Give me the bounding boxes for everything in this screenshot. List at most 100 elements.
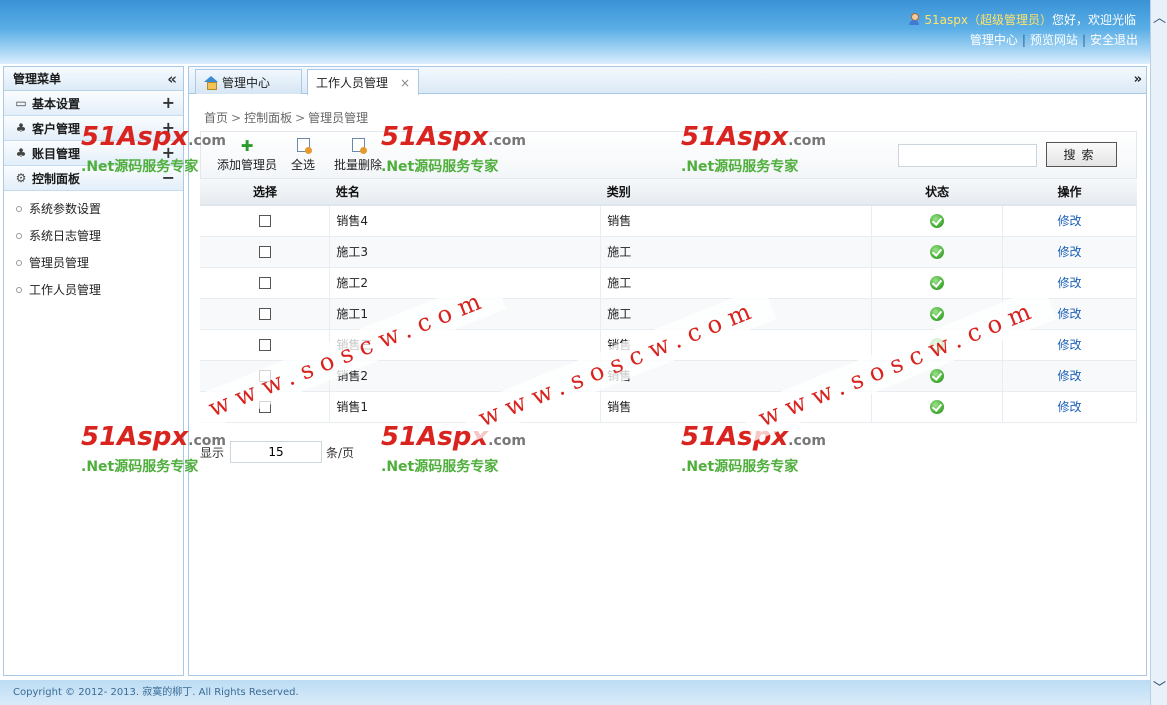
vertical-scrollbar[interactable]: ︿ ﹀	[1150, 0, 1167, 705]
select-all-button[interactable]: 全选	[291, 138, 315, 173]
bullet-icon	[16, 232, 22, 239]
menu-group-accounts[interactable]: ♣ 账目管理 +	[4, 141, 183, 166]
edit-link[interactable]: 修改	[1058, 307, 1082, 321]
expand-icon[interactable]: +	[162, 93, 175, 112]
cell-type: 施工	[600, 236, 873, 268]
table-row: 施工1 施工 修改	[200, 298, 1137, 330]
close-tab-icon[interactable]: ×	[400, 76, 410, 90]
toolbar: ✚ 添加管理员 全选 批量删除 搜索	[200, 131, 1137, 179]
cell-type: 施工	[600, 298, 873, 330]
table-row: 销售4 销售 修改	[200, 205, 1137, 237]
add-admin-button[interactable]: ✚ 添加管理员	[217, 138, 277, 173]
home-icon	[204, 76, 218, 90]
cell-name: 施工1	[329, 298, 602, 330]
row-checkbox[interactable]	[258, 215, 271, 228]
top-header: 51aspx（超级管理员）您好，欢迎光临 管理中心 | 预览网站 | 安全退出	[0, 0, 1150, 64]
sidebar-item-system-logs[interactable]: 系统日志管理	[4, 222, 183, 249]
sidebar-item-staff-management[interactable]: 工作人员管理	[4, 276, 183, 303]
welcome-line: 51aspx（超级管理员）您好，欢迎光临	[908, 11, 1136, 28]
menu-group-label: 控制面板	[32, 171, 81, 186]
row-checkbox[interactable]	[258, 308, 271, 320]
row-checkbox[interactable]	[258, 401, 271, 413]
tab-list-chevron-icon[interactable]: »	[1134, 72, 1142, 87]
col-select: 选择	[200, 179, 330, 206]
search-button[interactable]: 搜索	[1046, 142, 1117, 167]
leaf-icon: ♣	[15, 121, 27, 135]
staff-table: 选择 姓名 类别 状态 操作 销售4 销售 修改 施工3 施工 修改 施工2 施…	[200, 179, 1137, 423]
bullet-icon	[16, 205, 22, 212]
cell-type: 施工	[600, 267, 873, 299]
select-all-icon	[296, 138, 312, 154]
monitor-icon: ▭	[15, 96, 27, 110]
status-ok-icon	[930, 399, 945, 414]
cell-name: 销售2	[329, 360, 602, 392]
edit-link[interactable]: 修改	[1058, 245, 1082, 259]
row-checkbox[interactable]	[258, 246, 271, 258]
delete-icon	[351, 138, 367, 154]
tab-admin-center[interactable]: 管理中心	[195, 69, 302, 94]
breadcrumb-control-panel[interactable]: 控制面板	[244, 111, 292, 125]
footer: Copyright © 2012- 2013. 寂寞的柳丁. All Right…	[0, 680, 1150, 705]
breadcrumb-current: 管理员管理	[308, 111, 369, 125]
scroll-down-icon[interactable]: ﹀	[1151, 678, 1167, 696]
menu-group-basic-settings[interactable]: ▭ 基本设置 +	[4, 91, 183, 116]
cell-type: 销售	[600, 205, 873, 237]
user-icon	[908, 13, 920, 25]
control-panel-items: 系统参数设置 系统日志管理 管理员管理 工作人员管理	[4, 191, 183, 303]
edit-link[interactable]: 修改	[1058, 369, 1082, 383]
collapse-sidebar-icon[interactable]: «	[167, 70, 177, 88]
row-checkbox[interactable]	[258, 370, 271, 382]
row-checkbox[interactable]	[258, 277, 271, 289]
leaf-icon: ♣	[15, 146, 27, 160]
tab-bar: 管理中心 工作人员管理 × »	[189, 67, 1146, 95]
breadcrumb: 首页 > 控制面板 > 管理员管理	[204, 111, 369, 125]
status-ok-icon	[930, 306, 945, 321]
table-row: 施工3 施工 修改	[200, 236, 1137, 268]
col-name: 姓名	[329, 179, 601, 206]
pager: 显示 条/页	[200, 441, 354, 463]
row-checkbox[interactable]	[258, 339, 271, 351]
cell-name: 施工3	[329, 236, 602, 268]
bullet-icon	[16, 286, 22, 293]
batch-delete-button[interactable]: 批量删除	[334, 138, 382, 173]
collapse-icon[interactable]: −	[162, 168, 175, 187]
cell-name: 销售三	[329, 329, 602, 361]
col-actions: 操作	[1002, 179, 1137, 206]
edit-link[interactable]: 修改	[1058, 338, 1082, 352]
preview-site-link[interactable]: 预览网站	[1030, 33, 1078, 47]
bullet-icon	[16, 259, 22, 266]
sidebar-header: 管理菜单 «	[4, 67, 183, 91]
table-row: 销售三 销售 修改	[200, 329, 1137, 361]
expand-icon[interactable]: +	[162, 118, 175, 137]
sidebar-title: 管理菜单	[13, 72, 62, 86]
pager-suffix: 条/页	[326, 445, 355, 460]
edit-link[interactable]: 修改	[1058, 400, 1082, 414]
cell-name: 销售1	[329, 391, 602, 423]
scroll-up-icon[interactable]: ︿	[1151, 8, 1167, 26]
copyright-text: Copyright © 2012- 2013. 寂寞的柳丁. All Right…	[13, 687, 299, 698]
table-header-row: 选择 姓名 类别 状态 操作	[200, 179, 1137, 206]
menu-group-control-panel[interactable]: ⚙ 控制面板 −	[4, 166, 183, 191]
edit-link[interactable]: 修改	[1058, 276, 1082, 290]
status-ok-icon	[930, 337, 945, 352]
status-ok-icon	[930, 275, 945, 290]
menu-group-label: 客户管理	[32, 121, 81, 136]
table-row: 施工2 施工 修改	[200, 267, 1137, 299]
col-status: 状态	[871, 179, 1003, 206]
cell-type: 销售	[600, 391, 873, 423]
plus-icon: ✚	[240, 137, 254, 155]
edit-link[interactable]: 修改	[1058, 214, 1082, 228]
status-ok-icon	[930, 244, 945, 259]
search-input[interactable]	[898, 144, 1037, 167]
menu-group-customers[interactable]: ♣ 客户管理 +	[4, 116, 183, 141]
admin-center-link[interactable]: 管理中心	[970, 33, 1018, 47]
expand-icon[interactable]: +	[162, 143, 175, 162]
sidebar-item-admin-management[interactable]: 管理员管理	[4, 249, 183, 276]
col-type: 类别	[600, 179, 872, 206]
breadcrumb-home[interactable]: 首页	[204, 111, 228, 125]
logout-link[interactable]: 安全退出	[1090, 33, 1138, 47]
sidebar-item-system-params[interactable]: 系统参数设置	[4, 195, 183, 222]
tab-staff-management[interactable]: 工作人员管理 ×	[307, 69, 419, 95]
page-size-input[interactable]	[230, 441, 323, 463]
menu-group-label: 基本设置	[32, 96, 81, 111]
